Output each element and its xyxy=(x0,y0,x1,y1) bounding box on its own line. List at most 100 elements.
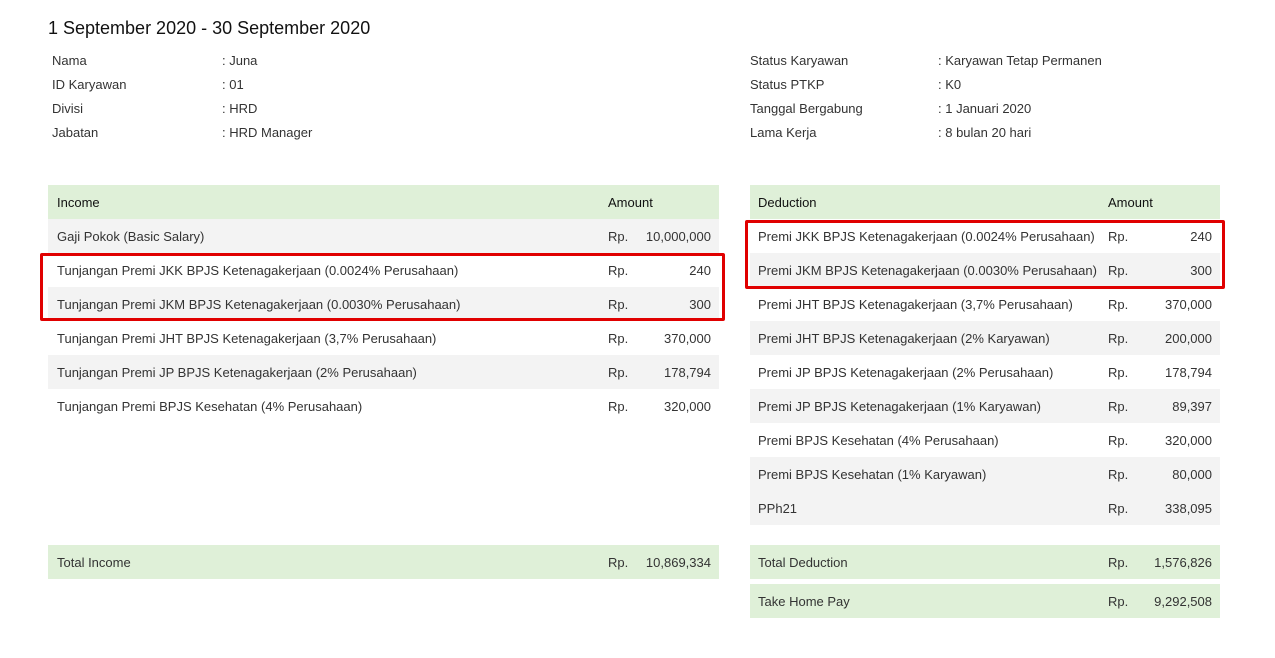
info-row-tanggal-bergabung: Tanggal Bergabung : 1 Januari 2020 xyxy=(750,100,1150,124)
currency-label: Rp. xyxy=(1108,364,1129,380)
info-label: Divisi xyxy=(52,101,84,116)
income-item-amount: 178,794 xyxy=(664,364,711,380)
info-label: ID Karyawan xyxy=(52,77,127,92)
currency-label: Rp. xyxy=(608,398,629,414)
info-row-lama-kerja: Lama Kerja : 8 bulan 20 hari xyxy=(750,124,1150,148)
table-row: Premi BPJS Kesehatan (1% Karyawan) Rp. 8… xyxy=(750,457,1220,491)
info-value: : K0 xyxy=(938,77,962,92)
income-item-name: Tunjangan Premi JP BPJS Ketenagakerjaan … xyxy=(57,364,417,380)
currency-label: Rp. xyxy=(608,228,629,244)
total-income-amount: 10,869,334 xyxy=(645,554,711,570)
total-income: Total Income Rp. 10,869,334 xyxy=(48,545,719,579)
info-row-jabatan: Jabatan : HRD Manager xyxy=(52,124,352,148)
deduction-item-amount: 320,000 xyxy=(1165,432,1212,448)
table-row: Premi BPJS Kesehatan (4% Perusahaan) Rp.… xyxy=(750,423,1220,457)
info-row-status-ptkp: Status PTKP : K0 xyxy=(750,76,1150,100)
table-row: Tunjangan Premi JKM BPJS Ketenagakerjaan… xyxy=(48,287,719,321)
total-deduction-amount: 1,576,826 xyxy=(1154,554,1212,570)
deduction-item-name: PPh21 xyxy=(758,500,798,516)
deduction-amount-header: Amount xyxy=(1108,194,1153,210)
deduction-item-name: Premi JKK BPJS Ketenagakerjaan (0.0024% … xyxy=(758,228,1095,244)
currency-label: Rp. xyxy=(1108,593,1129,609)
info-value: : Karyawan Tetap Permanen xyxy=(938,53,1102,68)
table-row: Premi JKM BPJS Ketenagakerjaan (0.0030% … xyxy=(750,253,1220,287)
currency-label: Rp. xyxy=(1108,466,1129,482)
info-label: Lama Kerja xyxy=(750,125,817,140)
deduction-table-header: Deduction Amount xyxy=(750,185,1220,219)
deduction-item-amount: 300 xyxy=(1190,262,1212,278)
info-label: Status Karyawan xyxy=(750,53,849,68)
table-row: Tunjangan Premi JP BPJS Ketenagakerjaan … xyxy=(48,355,719,389)
income-item-name: Tunjangan Premi JKM BPJS Ketenagakerjaan… xyxy=(57,296,461,312)
deduction-item-name: Premi JHT BPJS Ketenagakerjaan (3,7% Per… xyxy=(758,296,1073,312)
deduction-item-amount: 89,397 xyxy=(1172,398,1212,414)
deduction-item-amount: 240 xyxy=(1190,228,1212,244)
info-row-divisi: Divisi : HRD xyxy=(52,100,352,124)
income-item-amount: 240 xyxy=(689,262,711,278)
deduction-item-amount: 200,000 xyxy=(1165,330,1212,346)
info-value: : Juna xyxy=(222,53,258,68)
income-header-label: Income xyxy=(57,194,100,210)
table-row: Premi JHT BPJS Ketenagakerjaan (2% Karya… xyxy=(750,321,1220,355)
deduction-item-amount: 80,000 xyxy=(1172,466,1212,482)
income-item-name: Tunjangan Premi JHT BPJS Ketenagakerjaan… xyxy=(57,330,437,346)
period-title: 1 September 2020 - 30 September 2020 xyxy=(48,18,371,38)
info-value: : 1 Januari 2020 xyxy=(938,101,1032,116)
deduction-item-name: Premi JP BPJS Ketenagakerjaan (1% Karyaw… xyxy=(758,398,1042,414)
total-deduction-label: Total Deduction xyxy=(758,554,848,570)
table-row: Premi JP BPJS Ketenagakerjaan (2% Perusa… xyxy=(750,355,1220,389)
info-label: Nama xyxy=(52,53,87,68)
currency-label: Rp. xyxy=(608,262,629,278)
table-row: Tunjangan Premi JKK BPJS Ketenagakerjaan… xyxy=(48,253,719,287)
take-home-pay-amount: 9,292,508 xyxy=(1154,593,1212,609)
take-home-pay: Take Home Pay Rp. 9,292,508 xyxy=(750,584,1220,618)
income-table: Income Amount Gaji Pokok (Basic Salary) … xyxy=(48,185,719,423)
total-income-label: Total Income xyxy=(57,554,131,570)
info-row-id-karyawan: ID Karyawan : 01 xyxy=(52,76,352,100)
currency-label: Rp. xyxy=(608,296,629,312)
total-deduction-row: Total Deduction Rp. 1,576,826 xyxy=(750,545,1220,579)
total-deduction: Total Deduction Rp. 1,576,826 xyxy=(750,545,1220,579)
income-table-header: Income Amount xyxy=(48,185,719,219)
currency-label: Rp. xyxy=(1108,398,1129,414)
table-row: Tunjangan Premi BPJS Kesehatan (4% Perus… xyxy=(48,389,719,423)
deduction-item-amount: 178,794 xyxy=(1165,364,1212,380)
currency-label: Rp. xyxy=(608,554,629,570)
deduction-item-name: Premi BPJS Kesehatan (1% Karyawan) xyxy=(758,466,987,482)
table-row: Premi JHT BPJS Ketenagakerjaan (3,7% Per… xyxy=(750,287,1220,321)
deduction-item-name: Premi JHT BPJS Ketenagakerjaan (2% Karya… xyxy=(758,330,1050,346)
info-label: Jabatan xyxy=(52,125,99,140)
info-value: : 8 bulan 20 hari xyxy=(938,125,1032,140)
table-row: Tunjangan Premi JHT BPJS Ketenagakerjaan… xyxy=(48,321,719,355)
income-item-amount: 10,000,000 xyxy=(645,228,711,244)
take-home-pay-row: Take Home Pay Rp. 9,292,508 xyxy=(750,584,1220,618)
income-item-name: Gaji Pokok (Basic Salary) xyxy=(57,228,205,244)
income-item-amount: 370,000 xyxy=(664,330,711,346)
currency-label: Rp. xyxy=(1108,262,1129,278)
currency-label: Rp. xyxy=(1108,500,1129,516)
income-item-amount: 320,000 xyxy=(664,398,711,414)
info-value: : HRD Manager xyxy=(222,125,313,140)
currency-label: Rp. xyxy=(1108,432,1129,448)
table-row: Premi JP BPJS Ketenagakerjaan (1% Karyaw… xyxy=(750,389,1220,423)
info-row-nama: Nama : Juna xyxy=(52,52,352,76)
currency-label: Rp. xyxy=(1108,554,1129,570)
table-row: PPh21 Rp. 338,095 xyxy=(750,491,1220,525)
currency-label: Rp. xyxy=(1108,228,1129,244)
currency-label: Rp. xyxy=(1108,330,1129,346)
info-value: : 01 xyxy=(222,77,244,92)
deduction-item-name: Premi JP BPJS Ketenagakerjaan (2% Perusa… xyxy=(758,364,1054,380)
deduction-item-amount: 338,095 xyxy=(1165,500,1212,516)
take-home-pay-label: Take Home Pay xyxy=(758,593,850,609)
income-item-name: Tunjangan Premi BPJS Kesehatan (4% Perus… xyxy=(57,398,363,414)
deduction-item-name: Premi JKM BPJS Ketenagakerjaan (0.0030% … xyxy=(758,262,1097,278)
employee-info-left: Nama : Juna ID Karyawan : 01 Divisi : HR… xyxy=(52,52,352,148)
currency-label: Rp. xyxy=(608,364,629,380)
table-row: Premi JKK BPJS Ketenagakerjaan (0.0024% … xyxy=(750,219,1220,253)
deduction-header-label: Deduction xyxy=(758,194,817,210)
income-amount-header: Amount xyxy=(608,194,653,210)
total-income-row: Total Income Rp. 10,869,334 xyxy=(48,545,719,579)
currency-label: Rp. xyxy=(608,330,629,346)
info-label: Status PTKP xyxy=(750,77,825,92)
deduction-table: Deduction Amount Premi JKK BPJS Ketenaga… xyxy=(750,185,1220,525)
